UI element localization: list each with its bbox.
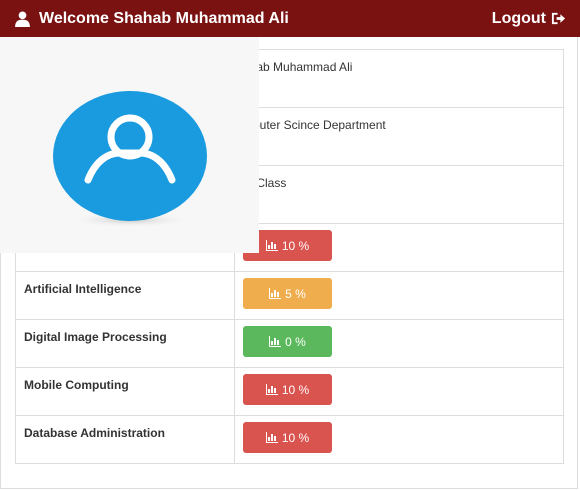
profile-photo: [0, 37, 259, 253]
attendance-badge[interactable]: 10 %: [243, 374, 332, 405]
table-cell: 10 %: [234, 223, 564, 272]
badge-value: 5 %: [285, 286, 306, 301]
subject-name: Mobile Computing: [15, 367, 235, 416]
table-cell: 10 %: [234, 367, 564, 416]
attendance-badge[interactable]: 0 %: [243, 326, 332, 357]
student-name-value: ahab Muhammad Ali: [243, 60, 353, 74]
table-cell: mputer Scince Department: [234, 107, 564, 166]
badge-value: 10 %: [281, 430, 310, 445]
bar-chart-icon: [265, 432, 278, 443]
table-cell: th Class: [234, 165, 564, 224]
bar-chart-icon: [269, 336, 282, 347]
table-cell: 0 %: [234, 319, 564, 368]
badge-value: 0 %: [285, 334, 306, 349]
subject-name: Database Administration: [15, 415, 235, 464]
logout-label: Logout: [491, 9, 546, 27]
table-row: Artificial Intelligence 5 %: [15, 271, 564, 320]
subject-name: Digital Image Processing: [15, 319, 235, 368]
badge-value: 10 %: [281, 382, 310, 397]
table-row: Database Administration 10 %: [15, 415, 564, 464]
bar-chart-icon: [265, 240, 278, 251]
attendance-badge[interactable]: 10 %: [243, 422, 332, 453]
welcome-text: Welcome Shahab Muhammad Ali: [39, 9, 289, 27]
badge-value: 10 %: [281, 238, 310, 253]
user-icon: [15, 11, 30, 27]
top-navbar: Welcome Shahab Muhammad Ali Logout: [0, 0, 580, 37]
department-value: mputer Scince Department: [243, 118, 386, 132]
attendance-badge[interactable]: 5 %: [243, 278, 332, 309]
user-avatar-icon: [53, 91, 207, 228]
table-row: Digital Image Processing 0 %: [15, 319, 564, 368]
bar-chart-icon: [269, 288, 282, 299]
sign-out-icon: [551, 12, 566, 25]
table-cell: ahab Muhammad Ali: [234, 49, 564, 108]
table-cell: 5 %: [234, 271, 564, 320]
table-row: Mobile Computing 10 %: [15, 367, 564, 416]
subject-name: Artificial Intelligence: [15, 271, 235, 320]
welcome-message: Welcome Shahab Muhammad Ali: [14, 10, 289, 28]
table-cell: 10 %: [234, 415, 564, 464]
logout-button[interactable]: Logout: [492, 10, 566, 28]
bar-chart-icon: [265, 384, 278, 395]
